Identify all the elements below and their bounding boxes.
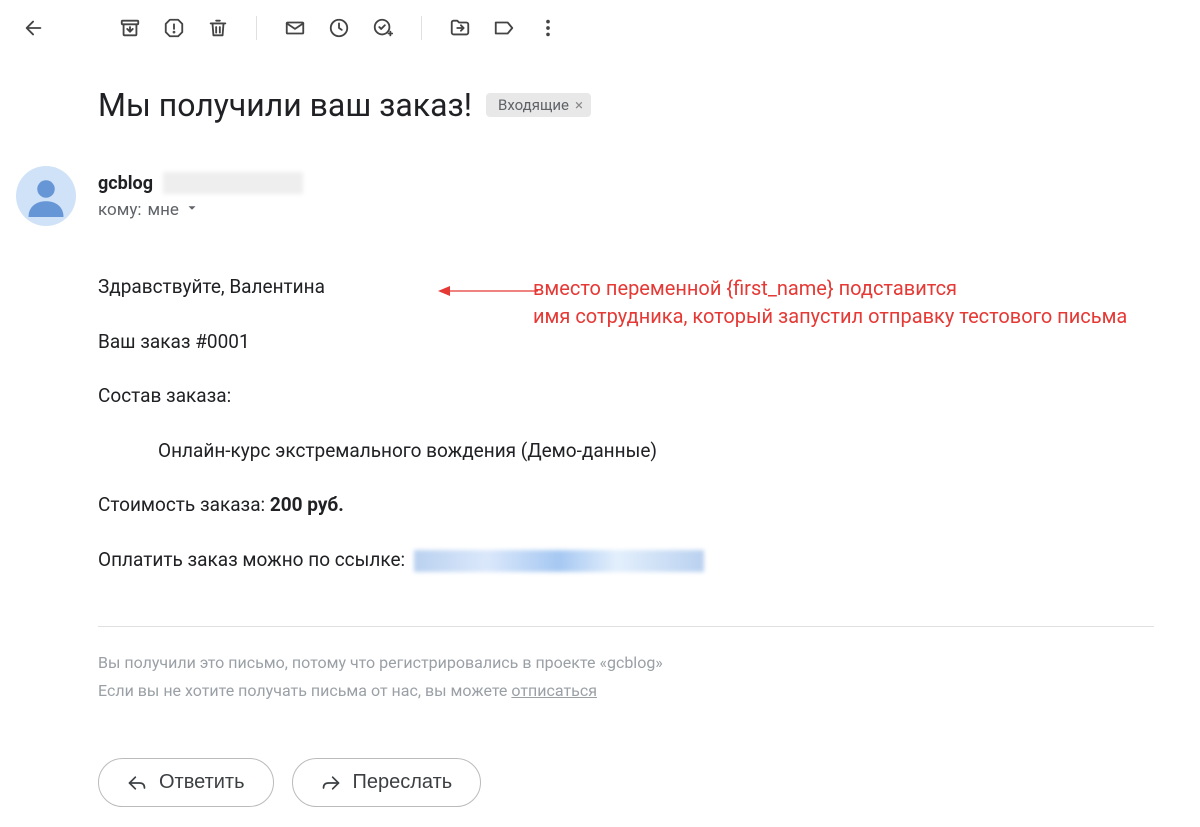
action-buttons: Ответить Переслать <box>98 758 1200 807</box>
body-item: Онлайн-курс экстремального вождения (Дем… <box>98 438 1200 465</box>
chip-label: Входящие <box>498 96 569 114</box>
email-toolbar <box>0 0 1200 56</box>
snooze-button[interactable] <box>319 8 359 48</box>
forward-button[interactable]: Переслать <box>292 758 482 807</box>
subject-row: Мы получили ваш заказ! Входящие × <box>98 86 1200 124</box>
chevron-down-icon[interactable] <box>185 200 199 220</box>
email-subject: Мы получили ваш заказ! <box>98 86 472 124</box>
email-header: gcblog кому: мне <box>98 172 1200 220</box>
email-content: Мы получили ваш заказ! Входящие × gcblog… <box>0 56 1200 807</box>
recipient-value: мне <box>147 200 178 220</box>
recipient-prefix: кому: <box>98 200 141 220</box>
avatar <box>16 166 76 226</box>
spam-button[interactable] <box>154 8 194 48</box>
more-button[interactable] <box>528 8 568 48</box>
email-body: вместо переменной {first_name} подставит… <box>98 274 1200 807</box>
reply-button[interactable]: Ответить <box>98 758 274 807</box>
archive-button[interactable] <box>110 8 150 48</box>
back-button[interactable] <box>14 8 54 48</box>
recipient-row[interactable]: кому: мне <box>98 200 1200 220</box>
label-button[interactable] <box>484 8 524 48</box>
forward-label: Переслать <box>353 771 453 794</box>
reply-label: Ответить <box>159 771 245 794</box>
toolbar-separator <box>421 16 422 40</box>
body-divider <box>98 626 1154 627</box>
sender-row: gcblog <box>98 172 1200 194</box>
toolbar-separator <box>256 16 257 40</box>
move-to-button[interactable] <box>440 8 480 48</box>
chip-remove-icon[interactable]: × <box>575 96 583 114</box>
annotation-text: вместо переменной {first_name} подставит… <box>533 274 1200 330</box>
email-footer-lines: Вы получили это письмо, потому что регис… <box>98 649 1200 707</box>
footer-line1: Вы получили это письмо, потому что регис… <box>98 649 1200 678</box>
body-order-line: Ваш заказ #0001 <box>98 329 1200 356</box>
body-items-label: Состав заказа: <box>98 383 1200 410</box>
label-chip[interactable]: Входящие × <box>486 93 591 117</box>
delete-button[interactable] <box>198 8 238 48</box>
body-price: Стоимость заказа: 200 руб. <box>98 492 1200 519</box>
sender-name: gcblog <box>98 173 153 194</box>
mark-unread-button[interactable] <box>275 8 315 48</box>
body-pay-line: Оплатить заказ можно по ссылке: <box>98 547 1200 574</box>
unsubscribe-link[interactable]: отписаться <box>511 681 597 700</box>
footer-line2: Если вы не хотите получать письма от нас… <box>98 677 1200 706</box>
sender-email-redacted <box>163 172 303 194</box>
pay-link-redacted <box>414 550 704 572</box>
add-task-button[interactable] <box>363 8 403 48</box>
annotation-arrow-icon <box>438 276 538 306</box>
